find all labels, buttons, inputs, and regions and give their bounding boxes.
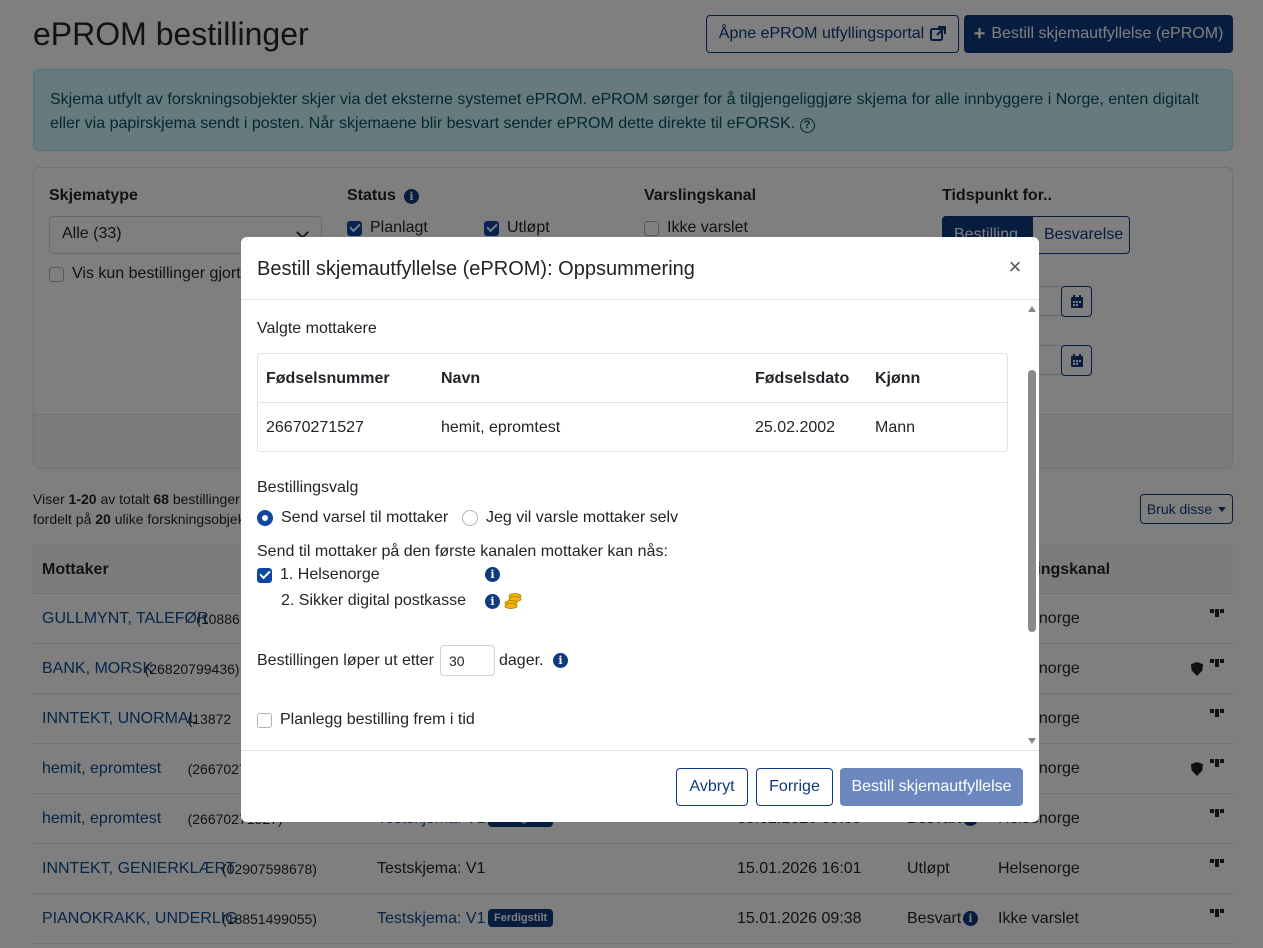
order-summary-modal: Bestill skjemautfyllelse (ePROM): Oppsum… <box>241 237 1039 822</box>
submit-order-button[interactable]: Bestill skjemautfyllelse <box>840 768 1023 806</box>
coins-icon <box>504 592 522 610</box>
recipient-name: hemit, epromtest <box>441 419 561 436</box>
info-icon[interactable]: i <box>553 653 568 668</box>
recipients-heading: Valgte mottakere <box>257 320 377 337</box>
radio-send[interactable] <box>257 510 273 526</box>
col-birth: Fødselsdato <box>755 370 850 387</box>
divider <box>258 402 1007 403</box>
channel-2-label: 2. Sikker digital postkasse <box>281 592 466 609</box>
radio-self[interactable] <box>462 510 478 526</box>
scroll-up-arrow[interactable] <box>1028 306 1036 312</box>
modal-footer: Avbryt Forrige Bestill skjemautfyllelse <box>241 750 1039 822</box>
scroll-thumb[interactable] <box>1028 370 1036 632</box>
info-icon[interactable]: i <box>485 594 500 609</box>
radio-send-label: Send varsel til mottaker <box>281 509 449 526</box>
radio-send-option[interactable]: Send varsel til mottaker <box>257 509 448 527</box>
recipient-gender: Mann <box>875 419 916 436</box>
modal-scrollbar[interactable] <box>1026 300 1039 750</box>
scroll-down-arrow[interactable] <box>1028 738 1036 744</box>
channel-1-checkbox[interactable] <box>257 567 272 583</box>
channel-1-option[interactable]: 1. Helsenorge <box>257 566 380 584</box>
modal-header: Bestill skjemautfyllelse (ePROM): Oppsum… <box>241 237 1039 300</box>
info-icon[interactable]: i <box>485 567 500 582</box>
schedule-label: Planlegg bestilling frem i tid <box>280 711 475 728</box>
col-gender: Kjønn <box>875 370 921 387</box>
schedule-checkbox[interactable] <box>257 712 272 728</box>
channel-intro: Send til mottaker på den første kanalen … <box>257 543 668 560</box>
radio-self-label: Jeg vil varsle mottaker selv <box>486 509 679 526</box>
channel-1-label: 1. Helsenorge <box>280 566 380 583</box>
schedule-option[interactable]: Planlegg bestilling frem i tid <box>257 711 475 729</box>
col-ssn: Fødselsnummer <box>266 370 390 387</box>
expire-text-post: dager. <box>499 652 544 669</box>
options-heading: Bestillingsvalg <box>257 479 359 496</box>
modal-title: Bestill skjemautfyllelse (ePROM): Oppsum… <box>257 258 695 280</box>
expire-days-input[interactable]: 30 <box>440 645 495 676</box>
recipient-birth: 25.02.2002 <box>755 419 836 436</box>
expire-text-pre: Bestillingen løper ut etter <box>257 652 434 669</box>
recipient-ssn: 26670271527 <box>266 419 364 436</box>
col-name: Navn <box>441 370 481 387</box>
previous-button[interactable]: Forrige <box>756 768 833 806</box>
close-icon[interactable]: × <box>1007 256 1023 278</box>
radio-self-option[interactable]: Jeg vil varsle mottaker selv <box>462 509 678 527</box>
modal-body: Valgte mottakere Fødselsnummer Navn Føds… <box>241 300 1039 750</box>
cancel-button[interactable]: Avbryt <box>676 768 748 806</box>
recipients-table: Fødselsnummer Navn Fødselsdato Kjønn 266… <box>257 353 1008 452</box>
